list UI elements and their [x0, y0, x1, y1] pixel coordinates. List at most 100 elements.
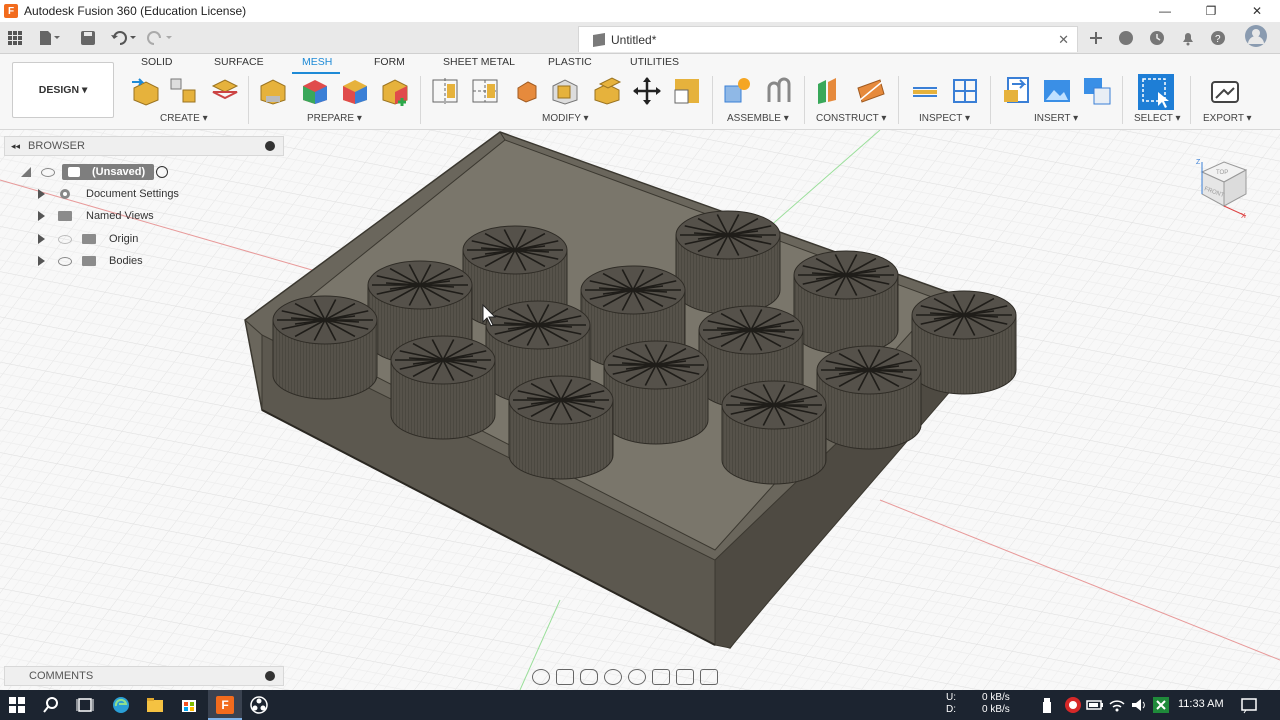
- display-settings-icon[interactable]: [652, 669, 670, 685]
- canvas-image-icon[interactable]: [1042, 76, 1072, 106]
- group-label-assemble[interactable]: ASSEMBLE ▾: [727, 113, 789, 124]
- taskbar-active-app[interactable]: F: [208, 690, 242, 720]
- job-status-icon[interactable]: [1149, 28, 1165, 48]
- expand-triangle-icon[interactable]: [38, 256, 45, 266]
- combine-face-groups-icon[interactable]: [340, 76, 370, 106]
- remesh-icon[interactable]: [512, 76, 542, 106]
- view-cube[interactable]: TOP FRONT Z X: [1196, 158, 1250, 218]
- move-icon[interactable]: [632, 76, 662, 106]
- taskbar-clock[interactable]: 11:33 AM: [1178, 698, 1224, 710]
- 3d-viewport[interactable]: [0, 130, 1280, 690]
- undo-icon[interactable]: [110, 28, 138, 48]
- group-label-construct[interactable]: CONSTRUCT ▾: [816, 113, 886, 124]
- activate-radio-icon[interactable]: [156, 166, 168, 178]
- expand-triangle-icon[interactable]: [38, 189, 45, 199]
- insert-mesh-file-icon[interactable]: [1002, 76, 1032, 106]
- section-analysis-icon[interactable]: [950, 76, 980, 106]
- offset-plane-icon[interactable]: [814, 76, 844, 106]
- visibility-eye-icon[interactable]: [41, 168, 55, 177]
- fit-zoom-icon[interactable]: [628, 669, 646, 685]
- browser-item-document-settings[interactable]: Document Settings: [0, 184, 180, 204]
- scale-icon[interactable]: [672, 76, 702, 106]
- workspace-switcher[interactable]: DESIGN ▾: [12, 62, 114, 118]
- search-icon[interactable]: [42, 696, 60, 714]
- minimize-button[interactable]: —: [1142, 0, 1188, 22]
- tab-solid[interactable]: SOLID: [141, 56, 173, 68]
- tab-sheet-metal[interactable]: SHEET METAL: [443, 56, 515, 68]
- wifi-icon[interactable]: [1108, 696, 1126, 714]
- usb-drive-icon[interactable]: [1040, 696, 1054, 714]
- group-label-select[interactable]: SELECT ▾: [1134, 113, 1181, 124]
- reduce-icon[interactable]: [470, 76, 500, 106]
- plane-at-angle-icon[interactable]: [856, 76, 886, 106]
- zoom-icon[interactable]: [604, 669, 622, 685]
- smooth-icon[interactable]: [592, 76, 622, 106]
- user-avatar[interactable]: [1244, 25, 1268, 47]
- new-component-icon[interactable]: [722, 76, 752, 106]
- add-comment-icon[interactable]: [265, 671, 275, 681]
- tab-mesh[interactable]: MESH: [302, 56, 332, 68]
- help-icon[interactable]: ?: [1210, 28, 1226, 48]
- viewports-icon[interactable]: [700, 669, 718, 685]
- plane-cut-icon[interactable]: [430, 76, 460, 106]
- generate-face-groups-icon[interactable]: [300, 76, 330, 106]
- panel-pin-icon[interactable]: [265, 141, 275, 151]
- close-window-button[interactable]: ✕: [1234, 0, 1280, 22]
- notifications-bell-icon[interactable]: [1180, 28, 1196, 48]
- collapse-panel-icon[interactable]: ◂◂: [11, 141, 20, 152]
- tab-surface[interactable]: SURFACE: [214, 56, 264, 68]
- look-at-icon[interactable]: [556, 669, 574, 685]
- orbit-icon[interactable]: [532, 669, 550, 685]
- battery-icon[interactable]: [1086, 696, 1104, 714]
- data-panel-grid-icon[interactable]: [8, 28, 22, 48]
- group-label-insert[interactable]: INSERT ▾: [1034, 113, 1078, 124]
- action-center-icon[interactable]: [1240, 696, 1258, 714]
- antivirus-icon[interactable]: [1064, 696, 1082, 714]
- volume-icon[interactable]: [1130, 696, 1148, 714]
- group-label-modify[interactable]: MODIFY ▾: [542, 113, 589, 124]
- expand-triangle-icon[interactable]: [38, 211, 45, 221]
- obs-recorder-icon[interactable]: [250, 696, 268, 714]
- tab-utilities[interactable]: UTILITIES: [630, 56, 679, 68]
- shell-icon[interactable]: [550, 76, 580, 106]
- export-mesh-icon[interactable]: [1210, 76, 1240, 106]
- edge-browser-icon[interactable]: [112, 696, 130, 714]
- group-label-create[interactable]: CREATE ▾: [160, 113, 208, 124]
- collapse-triangle-icon[interactable]: [20, 166, 32, 178]
- expand-triangle-icon[interactable]: [38, 234, 45, 244]
- browser-item-origin[interactable]: Origin: [0, 229, 180, 249]
- excel-tray-icon[interactable]: [1152, 696, 1170, 714]
- comments-panel-header[interactable]: COMMENTS: [4, 666, 284, 686]
- tab-plastic[interactable]: PLASTIC: [548, 56, 592, 68]
- decal-icon[interactable]: [1082, 76, 1112, 106]
- new-tab-plus-icon[interactable]: [1088, 28, 1104, 48]
- tab-form[interactable]: FORM: [374, 56, 405, 68]
- redo-icon[interactable]: [146, 28, 174, 48]
- store-icon[interactable]: [180, 696, 198, 714]
- browser-item-bodies[interactable]: Bodies: [0, 251, 180, 271]
- group-label-inspect[interactable]: INSPECT ▾: [919, 113, 970, 124]
- group-label-export[interactable]: EXPORT ▾: [1203, 113, 1252, 124]
- browser-panel-header[interactable]: ◂◂ BROWSER: [4, 136, 284, 156]
- hidden-eye-icon[interactable]: [58, 235, 72, 244]
- restore-button[interactable]: ❐: [1188, 0, 1234, 22]
- repair-body-icon[interactable]: [258, 76, 288, 106]
- extensions-icon[interactable]: [1118, 28, 1134, 48]
- file-explorer-icon[interactable]: [146, 696, 164, 714]
- task-view-icon[interactable]: [76, 696, 94, 714]
- browser-root-row[interactable]: (Unsaved): [0, 162, 180, 182]
- joint-icon[interactable]: [764, 76, 794, 106]
- insert-mesh-icon[interactable]: [130, 76, 160, 106]
- add-face-group-icon[interactable]: [380, 76, 410, 106]
- browser-item-named-views[interactable]: Named Views: [0, 206, 180, 226]
- group-label-prepare[interactable]: PREPARE ▾: [307, 113, 362, 124]
- windows-start-icon[interactable]: [8, 696, 26, 714]
- close-document-icon[interactable]: ✕: [1058, 32, 1069, 48]
- document-tab[interactable]: Untitled* ✕: [578, 26, 1078, 52]
- tessellate-icon[interactable]: [210, 76, 240, 106]
- pan-hand-icon[interactable]: [580, 669, 598, 685]
- visibility-eye-icon[interactable]: [58, 257, 72, 266]
- save-icon[interactable]: [80, 28, 96, 48]
- grid-settings-icon[interactable]: [676, 669, 694, 685]
- file-menu-icon[interactable]: [38, 28, 60, 48]
